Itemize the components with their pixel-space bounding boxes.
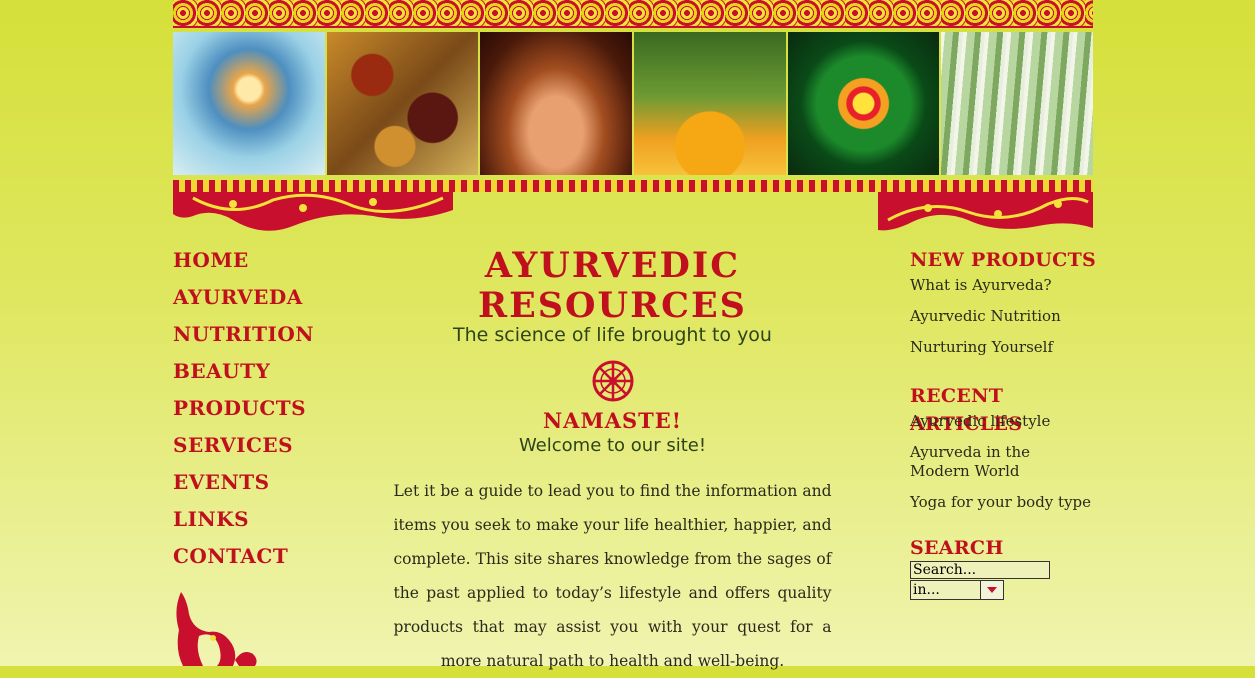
- nav-item-services[interactable]: SERVICES: [173, 431, 323, 468]
- new-product-link[interactable]: Nurturing Yourself: [910, 338, 1100, 357]
- nav-item-beauty[interactable]: BEAUTY: [173, 357, 323, 394]
- page-wrapper: HOME AYURVEDA NUTRITION BEAUTY PRODUCTS …: [173, 0, 1096, 670]
- mandala-image: [787, 32, 940, 175]
- main-content: AYURVEDIC RESOURCES The science of life …: [385, 246, 840, 678]
- search-scope-select[interactable]: in...: [910, 580, 1100, 600]
- main-navigation: HOME AYURVEDA NUTRITION BEAUTY PRODUCTS …: [173, 246, 323, 579]
- search-heading: SEARCH: [910, 537, 1004, 559]
- page-title: AYURVEDIC RESOURCES: [478, 245, 747, 326]
- shirodhara-treatment-image: [480, 32, 633, 175]
- article-link[interactable]: Ayurvedic lifestyle: [910, 412, 1100, 431]
- paisley-ornament-left: [173, 192, 453, 231]
- peacock-ornament: [176, 592, 257, 666]
- right-sidebar: NEW PRODUCTS What is Ayurveda? Ayurvedic…: [910, 246, 1100, 600]
- nav-item-ayurveda[interactable]: AYURVEDA: [173, 283, 323, 320]
- spices-image: [326, 32, 479, 175]
- nav-item-nutrition[interactable]: NUTRITION: [173, 320, 323, 357]
- nav-item-events[interactable]: EVENTS: [173, 468, 323, 505]
- intro-paragraph: Let it be a guide to lead you to find th…: [393, 482, 832, 670]
- birch-forest-image: [941, 32, 1094, 175]
- nav-item-products[interactable]: PRODUCTS: [173, 394, 323, 431]
- new-product-link[interactable]: What is Ayurveda?: [910, 276, 1100, 295]
- new-products-heading: NEW PRODUCTS: [910, 249, 1097, 271]
- nav-item-home[interactable]: HOME: [173, 246, 323, 283]
- dharma-wheel-icon: [592, 360, 633, 402]
- butterfly-flower-image: [634, 32, 786, 175]
- article-link[interactable]: Ayurveda in the Modern World: [910, 443, 1090, 481]
- recent-articles-list: Ayurvedic lifestyle Ayurveda in the Mode…: [910, 412, 1100, 512]
- meditation-chakra-image: [173, 32, 325, 175]
- paisley-ornament-right: [878, 192, 1093, 231]
- banner-image-strip: [173, 32, 1094, 175]
- ornamental-header-band: [173, 0, 1093, 28]
- nav-item-contact[interactable]: CONTACT: [173, 542, 323, 579]
- greeting-heading: NAMASTE!: [542, 408, 683, 433]
- nav-item-links[interactable]: LINKS: [173, 505, 323, 542]
- recent-articles-heading: RECENT ARTICLES: [910, 385, 1023, 435]
- welcome-subheading: Welcome to our site!: [518, 435, 707, 456]
- page-tagline: The science of life brought to you: [453, 324, 772, 346]
- search-input[interactable]: [910, 561, 1050, 579]
- new-products-list: What is Ayurveda? Ayurvedic Nutrition Nu…: [910, 276, 1100, 357]
- new-product-link[interactable]: Ayurvedic Nutrition: [910, 307, 1100, 326]
- article-link[interactable]: Yoga for your body type: [910, 493, 1100, 512]
- chevron-down-icon[interactable]: [981, 580, 1004, 600]
- search-scope-value[interactable]: in...: [910, 580, 981, 600]
